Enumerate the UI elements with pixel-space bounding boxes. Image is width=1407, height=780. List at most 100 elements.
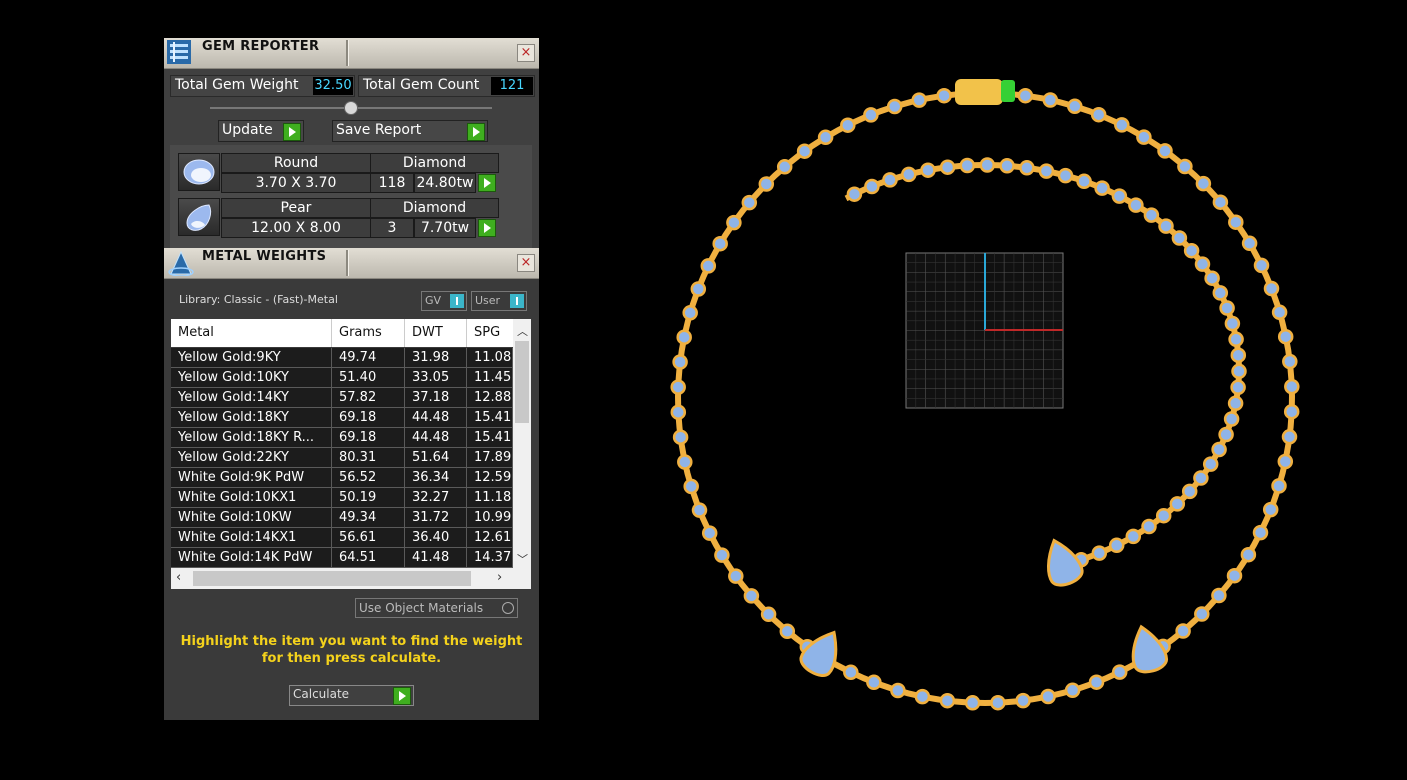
clasp[interactable] — [955, 79, 1015, 105]
column-header-dwt[interactable]: DWT — [405, 319, 467, 347]
table-row[interactable]: White Gold:14KX1 56.61 36.40 12.61 — [171, 528, 513, 548]
metal-weights-icon — [167, 250, 194, 277]
gv-toggle-label: GV — [425, 294, 442, 307]
save-report-button-label: Save Report — [336, 122, 422, 138]
round-gem — [846, 186, 863, 202]
table-row[interactable]: Yellow Gold:9KY 49.74 31.98 11.08 — [171, 348, 513, 368]
scroll-thumb[interactable] — [515, 341, 529, 423]
library-label: Library: Classic - (Fast)-Metal — [179, 293, 338, 306]
table-row[interactable]: Yellow Gold:18KY R... 69.18 44.48 15.41 — [171, 428, 513, 448]
round-gem — [911, 92, 927, 108]
metal-name-cell: White Gold:10KX1 — [171, 488, 332, 507]
column-header-metal[interactable]: Metal — [171, 319, 332, 347]
table-row[interactable]: White Gold:14K PdW 64.51 41.48 14.37 — [171, 548, 513, 568]
gem-shape-round: Round — [221, 153, 371, 173]
3d-viewport[interactable] — [645, 0, 1405, 780]
use-object-materials-toggle[interactable]: Use Object Materials — [355, 598, 518, 618]
round-gem — [840, 117, 856, 133]
round-gem-icon[interactable] — [178, 153, 220, 191]
table-row[interactable]: White Gold:9K PdW 56.52 36.34 12.59 — [171, 468, 513, 488]
metal-name-cell: Yellow Gold:14KY — [171, 388, 332, 407]
save-report-button[interactable]: Save Report — [332, 120, 488, 142]
round-gem — [939, 692, 956, 709]
round-gem — [1271, 304, 1288, 321]
scroll-h-thumb[interactable] — [193, 571, 471, 586]
user-toggle[interactable]: User — [471, 291, 527, 311]
gem-reporter-close-button[interactable]: × — [517, 44, 535, 62]
round-gem — [1194, 256, 1211, 272]
scroll-left-icon[interactable]: ‹ — [176, 570, 181, 585]
round-gem — [1175, 623, 1191, 639]
horizontal-scrollbar[interactable]: ‹ › — [171, 568, 531, 589]
hint-line-1: Highlight the item you want to find the … — [180, 634, 523, 649]
round-gem — [1157, 143, 1173, 159]
dwt-cell: 32.27 — [405, 488, 467, 507]
splitter-handle-icon[interactable] — [344, 101, 358, 115]
spg-cell: 12.59 — [467, 468, 513, 487]
round-gem — [701, 525, 718, 541]
table-row[interactable]: White Gold:10KW 49.34 31.72 10.99 — [171, 508, 513, 528]
round-gem — [1064, 682, 1081, 699]
table-row[interactable]: Yellow Gold:10KY 51.40 33.05 11.45 — [171, 368, 513, 388]
metal-name-cell: Yellow Gold:18KY — [171, 408, 332, 427]
metal-name-cell: White Gold:14K PdW — [171, 548, 332, 567]
round-gem — [1111, 188, 1128, 204]
total-gem-weight-value: 32.50 — [313, 77, 353, 95]
round-gem — [1169, 496, 1186, 512]
vertical-scrollbar[interactable]: ︿ ﹀ — [513, 319, 531, 568]
pear-gem[interactable] — [797, 624, 848, 680]
update-button[interactable]: Update — [218, 120, 304, 142]
round-gem — [1252, 524, 1269, 541]
pear-gem[interactable] — [1039, 535, 1086, 589]
grams-cell: 69.18 — [332, 428, 405, 447]
dwt-cell: 33.05 — [405, 368, 467, 387]
spg-cell: 11.08 — [467, 348, 513, 367]
dwt-cell: 37.18 — [405, 388, 467, 407]
round-gem — [672, 429, 689, 445]
round-gem — [1019, 160, 1035, 176]
round-gem — [1155, 507, 1172, 524]
gem-weight-round: 24.80tw — [414, 173, 476, 193]
round-gem — [776, 159, 793, 175]
update-button-label: Update — [222, 122, 273, 138]
gem-round-select-button[interactable] — [478, 174, 496, 192]
round-gem — [1283, 403, 1300, 420]
gem-reporter-title: GEM REPORTER — [202, 39, 320, 54]
gv-toggle[interactable]: GV — [421, 291, 467, 311]
round-gem — [914, 688, 931, 705]
round-gem — [677, 454, 693, 470]
calculate-button[interactable]: Calculate — [289, 685, 414, 706]
round-gem — [920, 162, 936, 178]
scroll-down-icon[interactable]: ﹀ — [517, 551, 528, 567]
table-row[interactable]: Yellow Gold:22KY 80.31 51.64 17.89 — [171, 448, 513, 468]
scroll-up-icon[interactable]: ︿ — [517, 323, 528, 339]
round-gem — [939, 159, 956, 175]
round-gem — [1183, 242, 1200, 259]
round-gem — [1223, 411, 1240, 427]
calculate-button-label: Calculate — [293, 687, 350, 701]
round-gem — [1158, 218, 1174, 234]
round-gem — [1284, 378, 1300, 395]
round-gem — [890, 682, 906, 699]
scroll-right-icon[interactable]: › — [497, 570, 502, 585]
grams-cell: 50.19 — [332, 488, 405, 507]
toggle-icon — [450, 294, 464, 308]
round-gem — [1227, 395, 1244, 412]
table-row[interactable]: White Gold:10KX1 50.19 32.27 11.18 — [171, 488, 513, 508]
column-header-spg[interactable]: SPG — [467, 319, 513, 347]
round-gem — [1125, 528, 1142, 545]
spg-cell: 14.37 — [467, 548, 513, 567]
pear-gem-icon[interactable] — [178, 198, 220, 236]
metal-weights-close-button[interactable]: × — [517, 254, 535, 272]
gem-material-round: Diamond — [370, 153, 499, 173]
table-row[interactable]: Yellow Gold:14KY 57.82 37.18 12.88 — [171, 388, 513, 408]
table-row[interactable]: Yellow Gold:18KY 69.18 44.48 15.41 — [171, 408, 513, 428]
grams-cell: 69.18 — [332, 408, 405, 427]
round-gem — [864, 178, 880, 195]
total-gem-weight-label: Total Gem Weight — [175, 77, 299, 93]
gem-pear-select-button[interactable] — [478, 219, 496, 237]
use-object-materials-label: Use Object Materials — [359, 601, 484, 615]
round-gem — [979, 157, 996, 173]
round-gem — [817, 129, 834, 146]
column-header-grams[interactable]: Grams — [332, 319, 405, 347]
